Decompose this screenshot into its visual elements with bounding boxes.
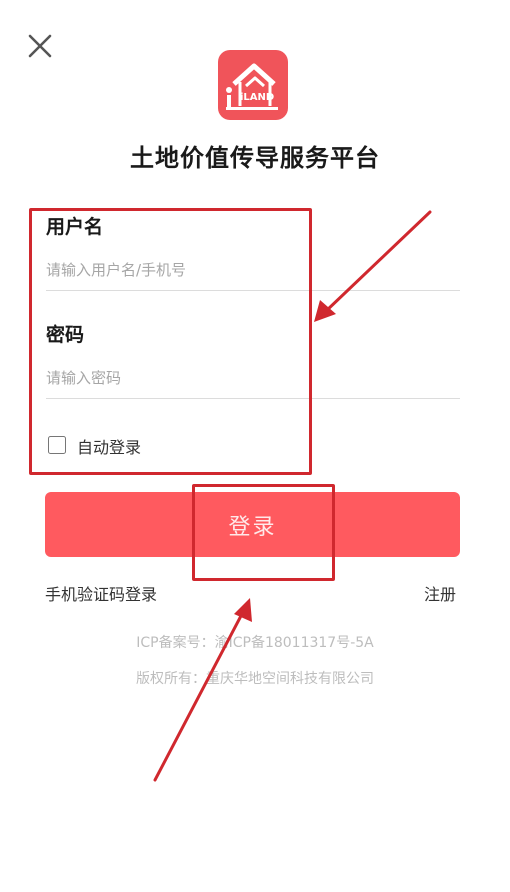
logo-text: iLAND [240, 92, 275, 103]
icp-record: ICP备案号：渝ICP备18011317号-5A [136, 635, 374, 651]
close-button[interactable] [22, 28, 58, 64]
copyright-text: 版权所有：重庆华地空间科技有限公司 [136, 671, 374, 687]
app-title: 土地价值传导服务平台 [130, 144, 380, 172]
username-label: 用户名 [46, 216, 104, 238]
register-link[interactable]: 注册 [424, 581, 456, 605]
iland-logo-icon [226, 63, 278, 110]
close-icon [28, 34, 52, 58]
annotation-arrow-login [153, 598, 252, 782]
auto-login-checkbox[interactable] [48, 436, 66, 454]
auto-login-label[interactable]: 自动登录 [77, 434, 141, 458]
username-input[interactable] [46, 250, 460, 291]
sms-login-link[interactable]: 手机验证码登录 [45, 581, 157, 605]
password-input[interactable] [46, 358, 460, 399]
password-label: 密码 [46, 324, 85, 346]
login-button[interactable]: 登录 [45, 492, 460, 557]
app-logo: iLAND [218, 50, 288, 120]
